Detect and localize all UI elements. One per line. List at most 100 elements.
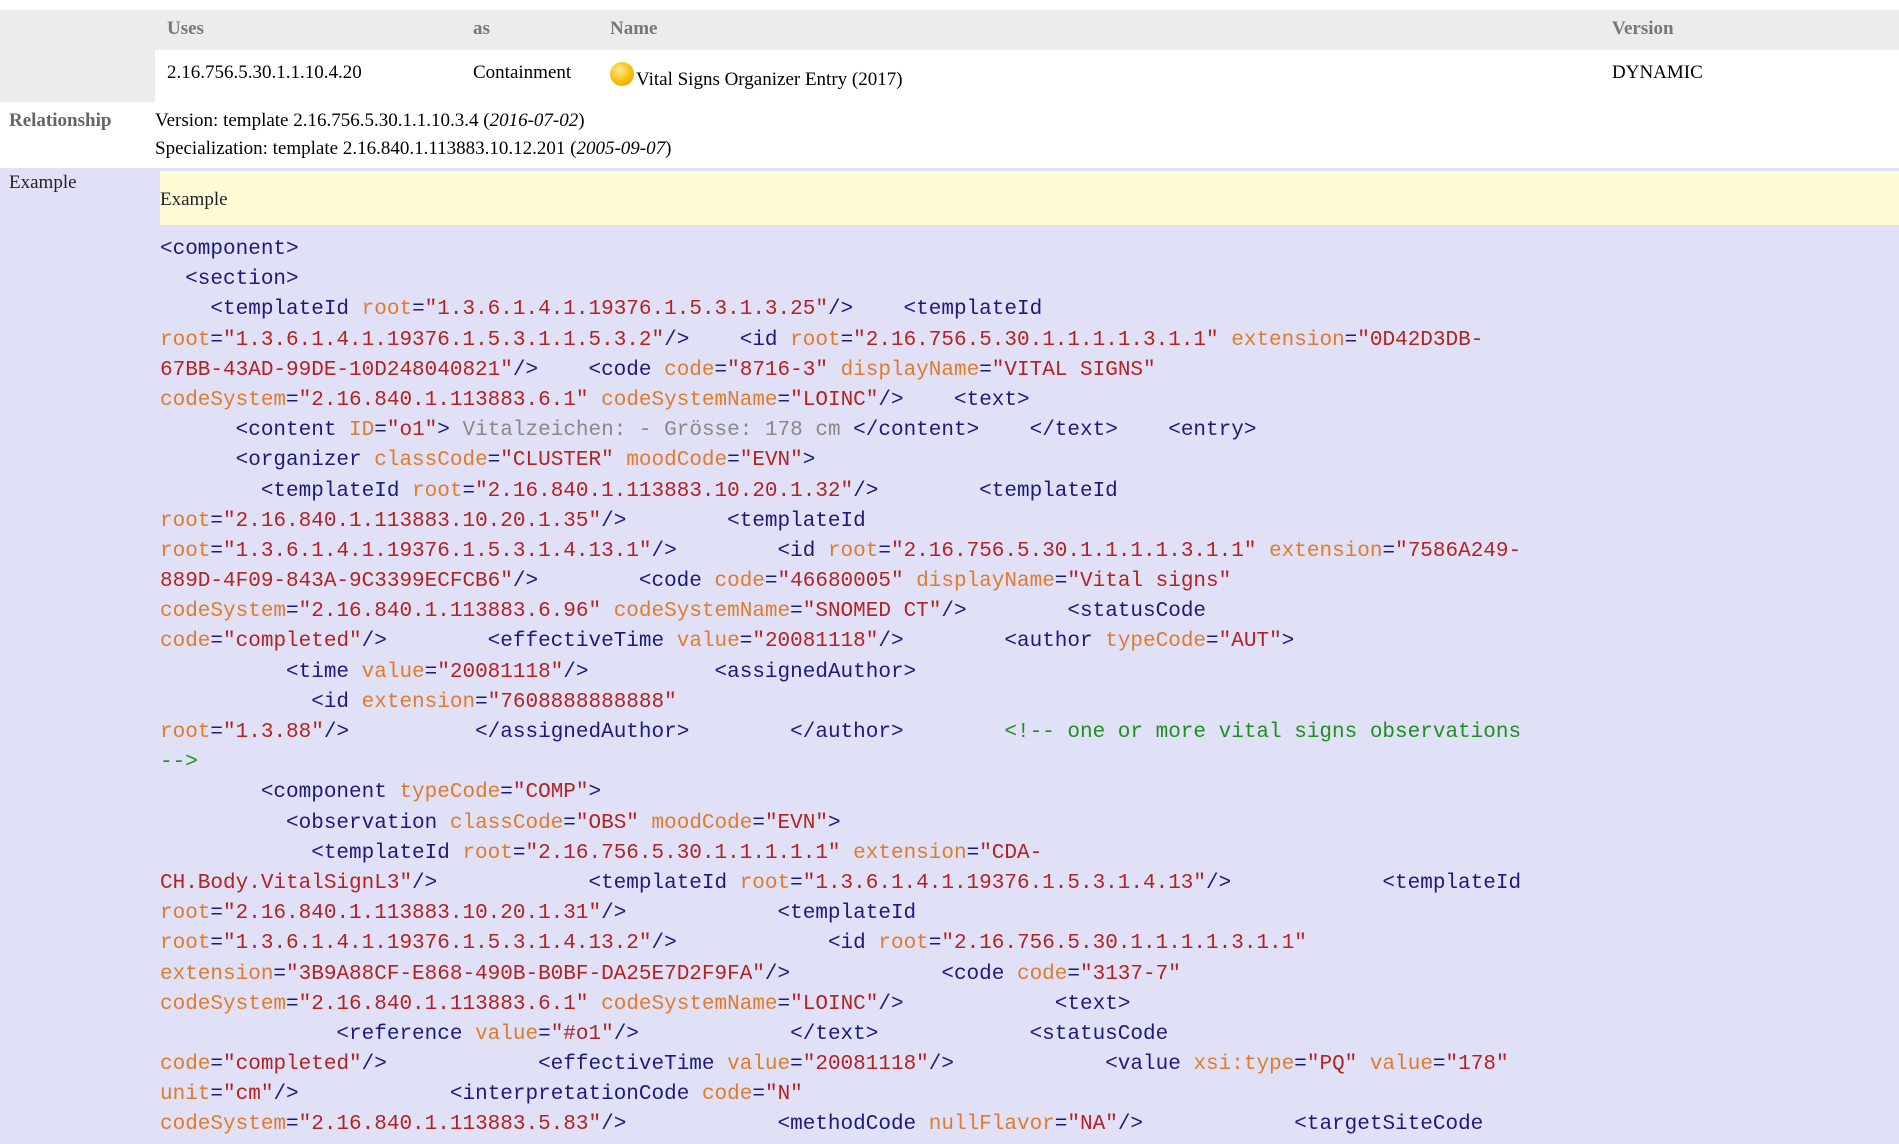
code-token: root (160, 721, 211, 744)
relationship-specialization-close: ) (665, 138, 672, 159)
code-token: /> </text> <statusCode (613, 1022, 1169, 1046)
code-token: = (1382, 539, 1396, 563)
code-token: "2.16.756.5.30.1.1.1.1.3.1.1" (890, 539, 1257, 563)
code-token: = (210, 1083, 224, 1107)
code-token: > (437, 419, 463, 443)
code-token: "completed" (223, 630, 362, 654)
code-token: 67BB-43AD-99DE-10D248040821" (160, 358, 513, 382)
code-token: = (210, 1053, 224, 1077)
code-line: code="completed"/> <effectiveTime value=… (160, 1050, 1899, 1080)
code-token: = (790, 871, 803, 895)
code-token: "2.16.756.5.30.1.1.1.1.3.1.1" (853, 328, 1219, 352)
code-token: = (752, 811, 765, 835)
code-token: "2.16.840.1.113883.6.96" (298, 600, 602, 624)
code-token: code (160, 630, 211, 654)
code-token: = (286, 1113, 299, 1137)
code-token: /> <templateId (601, 509, 866, 533)
code-token: "1.3.88" (223, 721, 324, 744)
code-token: "1.3.6.1.4.1.19376.1.5.3.1.1.5.3.2" (223, 328, 665, 352)
code-token: "46680005" (777, 570, 904, 594)
code-token: = (790, 1053, 803, 1077)
code-token: /> <id (664, 328, 791, 352)
code-token: "EVN" (764, 811, 828, 835)
code-token: "7586A249- (1395, 539, 1522, 563)
code-token: = (412, 298, 425, 322)
code-token: <component (160, 781, 400, 805)
code-token: /> <code (512, 570, 715, 594)
code-token: /> <text> (878, 992, 1131, 1016)
relationship-specialization: Specialization: template 2.16.840.1.1138… (155, 138, 671, 160)
code-token: /> <templateId (601, 902, 917, 926)
code-token: root (412, 479, 463, 503)
code-token: "2.16.756.5.30.1.1.1.1.3.1.1" (941, 932, 1307, 956)
code-token: </content> </text> <entry> (840, 419, 1257, 443)
uses-label-cell (0, 10, 155, 102)
code-token: /> <id (651, 932, 879, 956)
relationship-specialization-text: Specialization: template 2.16.840.1.1138… (155, 138, 577, 159)
example-code-block: <component> <section> <templateId root="… (160, 235, 1899, 1141)
code-token: --> (160, 751, 198, 775)
code-token: value (727, 1053, 791, 1077)
code-token: extension (1269, 539, 1383, 563)
code-token: root (160, 328, 211, 352)
code-token: = (777, 388, 791, 412)
code-token: "1.3.6.1.4.1.19376.1.5.3.1.4.13.1" (223, 539, 652, 563)
header-name: Name (610, 18, 658, 39)
code-line: 67BB-43AD-99DE-10D248040821"/> <code cod… (160, 356, 1899, 386)
code-token: = (1294, 1053, 1307, 1077)
code-token: > (1281, 630, 1295, 654)
code-token: code (160, 1053, 211, 1077)
code-line: root="1.3.88"/> </assignedAuthor> </auth… (160, 718, 1899, 748)
code-token: = (538, 1022, 551, 1046)
code-token: = (424, 660, 438, 684)
code-token: = (1067, 962, 1080, 986)
code-token: "LOINC" (790, 992, 879, 1016)
code-token: ID (349, 419, 375, 443)
code-token: "#o1" (550, 1022, 614, 1046)
code-token: = (273, 962, 287, 986)
code-line: root="2.16.840.1.113883.10.20.1.31"/> <t… (160, 899, 1899, 929)
code-token: /> <interpretationCode (273, 1083, 702, 1107)
code-token: = (563, 811, 576, 835)
code-token: typeCode (399, 781, 501, 805)
code-token: "20081118" (437, 660, 564, 684)
code-token: = (878, 539, 891, 563)
code-line: codeSystem="2.16.840.1.113883.6.1" codeS… (160, 386, 1899, 416)
code-token: = (210, 721, 224, 744)
code-token: > (827, 811, 841, 835)
code-token: <templateId (160, 298, 362, 322)
code-token: "LOINC" (790, 388, 879, 412)
code-token: <reference (160, 1022, 476, 1046)
code-token: <time (160, 660, 362, 684)
code-token: /> <text> (878, 388, 1030, 412)
code-token: /> <templateId (1206, 871, 1522, 895)
yellow-circle-icon (610, 62, 634, 86)
code-token: = (512, 841, 526, 865)
code-token: /> <templateId (412, 871, 740, 895)
code-line: root="1.3.6.1.4.1.19376.1.5.3.1.4.13.1"/… (160, 537, 1899, 567)
code-token: = (210, 509, 224, 533)
code-token: /> <statusCode (941, 600, 1207, 624)
code-token: <templateId (160, 479, 413, 503)
code-token: root (160, 509, 211, 533)
code-token: "3B9A88CF-E868-490B-B0BF-DA25E7D2F9FA" (286, 962, 765, 986)
code-token: /> <templateId (853, 479, 1118, 503)
code-token: /> <assignedAuthor> (563, 660, 917, 684)
code-token: = (752, 1083, 765, 1107)
code-token: root (361, 298, 413, 322)
code-token: moodCode (626, 449, 728, 473)
code-token: "2.16.840.1.113883.5.83" (298, 1113, 602, 1137)
row-name-link[interactable]: Vital Signs Organizer Entry (2017) (610, 62, 903, 90)
code-token: code (714, 570, 765, 594)
code-token: "20081118" (752, 630, 879, 654)
code-token: "8716-3" (727, 358, 828, 382)
code-token: extension (361, 690, 476, 714)
code-token: /> <templateId (827, 298, 1043, 322)
code-token: = (777, 992, 791, 1016)
